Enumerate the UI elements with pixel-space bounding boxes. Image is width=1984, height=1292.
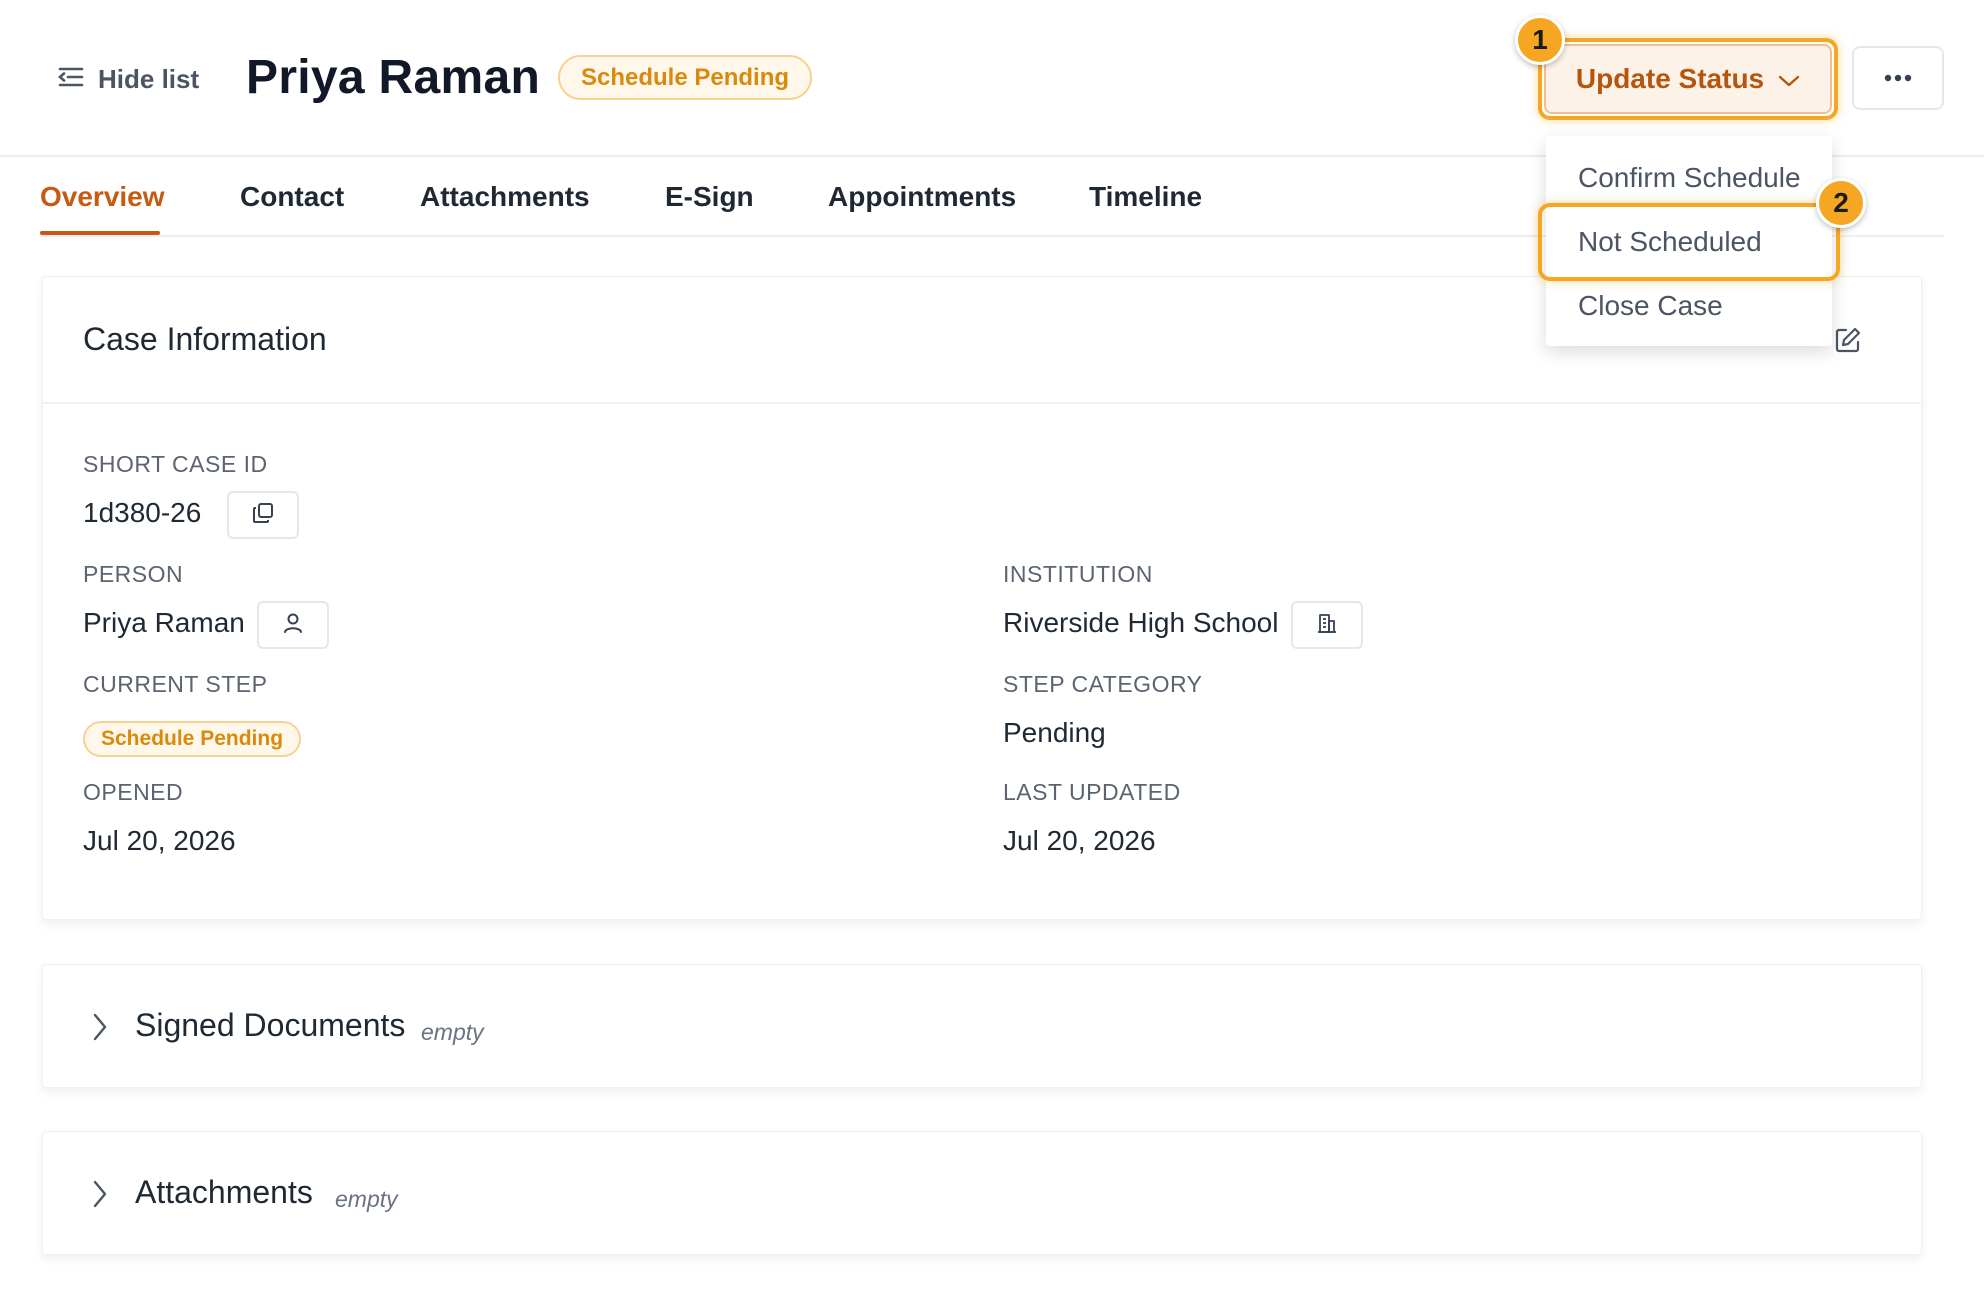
opened-value: Jul 20, 2026 <box>83 825 236 856</box>
tab-contact[interactable]: Contact <box>240 181 344 213</box>
empty-indicator: empty <box>335 1186 398 1212</box>
update-status-button[interactable]: Update Status <box>1544 44 1832 114</box>
step-category-value: Pending <box>1003 717 1106 748</box>
page-title: Priya Raman <box>246 51 541 104</box>
update-status-label: Update Status <box>1575 63 1765 94</box>
active-tab-indicator <box>40 231 160 235</box>
case-information-card: Case Information SHORT CASE ID 1d380-26 … <box>42 276 1922 920</box>
menu-item-confirm-schedule[interactable]: Confirm Schedule <box>1578 162 1801 194</box>
copy-icon <box>251 501 275 530</box>
chevron-right-icon[interactable] <box>89 1178 111 1210</box>
section-title: Signed Documents <box>135 1007 406 1043</box>
update-status-dropdown: Confirm Schedule Not Scheduled Close Cas… <box>1546 136 1832 346</box>
list-collapse-icon <box>58 66 84 93</box>
tab-overview[interactable]: Overview <box>40 181 165 213</box>
tab-timeline[interactable]: Timeline <box>1089 181 1202 213</box>
hide-list-label: Hide list <box>98 63 200 94</box>
last-updated-label: LAST UPDATED <box>1003 779 1181 805</box>
chevron-right-icon[interactable] <box>89 1011 111 1043</box>
short-case-id-value: 1d380-26 <box>83 497 202 528</box>
tab-attachments[interactable]: Attachments <box>420 181 590 213</box>
institution-label: INSTITUTION <box>1003 561 1153 587</box>
current-step-label: CURRENT STEP <box>83 671 268 697</box>
tab-e-sign[interactable]: E-Sign <box>665 181 754 213</box>
tab-appointments[interactable]: Appointments <box>828 181 1016 213</box>
step-marker-1: 1 <box>1515 15 1565 65</box>
ellipsis-icon <box>1884 69 1912 87</box>
edit-icon[interactable] <box>1833 325 1863 355</box>
view-person-button[interactable] <box>257 601 329 649</box>
short-case-id-label: SHORT CASE ID <box>83 451 268 477</box>
status-badge: Schedule Pending <box>558 55 813 100</box>
menu-item-close-case[interactable]: Close Case <box>1578 290 1723 322</box>
more-options-button[interactable] <box>1852 46 1944 110</box>
attachments-section[interactable]: Attachments empty <box>42 1131 1922 1255</box>
opened-label: OPENED <box>83 779 184 805</box>
view-institution-button[interactable] <box>1291 601 1363 649</box>
step-marker-2: 2 <box>1816 178 1866 228</box>
last-updated-value: Jul 20, 2026 <box>1003 825 1156 856</box>
copy-id-button[interactable] <box>227 491 299 539</box>
hide-list-button[interactable]: Hide list <box>58 62 199 96</box>
signed-documents-section[interactable]: Signed Documents empty <box>42 964 1922 1088</box>
chevron-down-icon <box>1778 63 1800 95</box>
current-step-badge: Schedule Pending <box>83 721 302 757</box>
institution-value: Riverside High School <box>1003 607 1279 638</box>
menu-item-not-scheduled[interactable]: Not Scheduled <box>1578 226 1762 258</box>
empty-indicator: empty <box>421 1019 484 1045</box>
card-title: Case Information <box>83 321 327 357</box>
building-icon <box>1316 612 1338 639</box>
user-icon <box>282 612 304 639</box>
step-category-label: STEP CATEGORY <box>1003 671 1203 697</box>
person-value: Priya Raman <box>83 607 245 638</box>
person-label: PERSON <box>83 561 184 587</box>
page-header: Hide list Priya Raman Schedule Pending U… <box>0 0 1984 157</box>
section-title: Attachments <box>135 1174 313 1210</box>
